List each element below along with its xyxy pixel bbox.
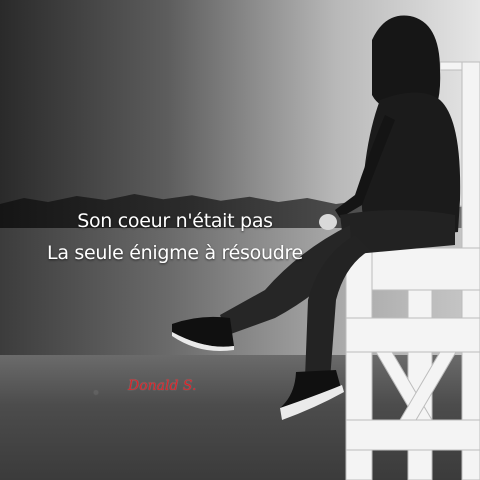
caption-line-1: Son coeur n'était pas bbox=[77, 210, 273, 232]
photo: Son coeur n'était pas La seule énigme à … bbox=[0, 0, 480, 480]
quote-caption: Son coeur n'était pas La seule énigme à … bbox=[0, 205, 350, 269]
author-signature: Donald S. bbox=[128, 378, 197, 394]
caption-line-2: La seule énigme à résoudre bbox=[47, 242, 303, 264]
